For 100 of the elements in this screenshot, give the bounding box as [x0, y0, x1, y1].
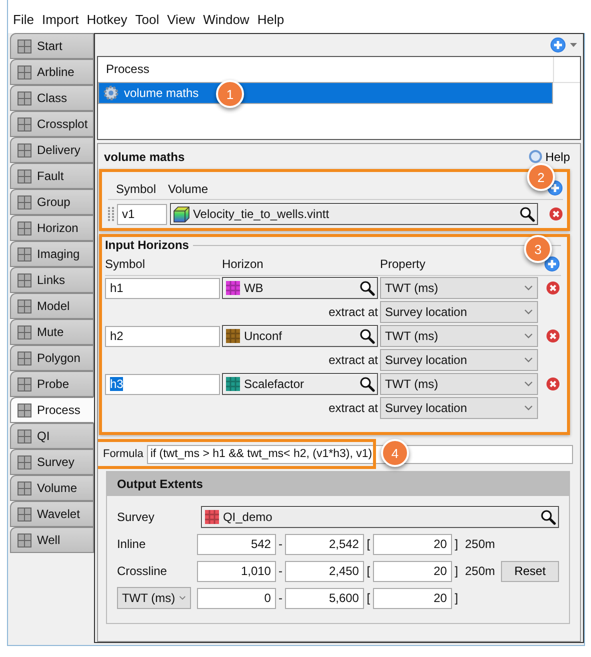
separator-text: -: [277, 537, 284, 551]
extract-dropdown[interactable]: Survey location: [380, 349, 538, 371]
unit-label: 250m: [464, 564, 495, 578]
sidebar-tab[interactable]: Volume: [10, 475, 94, 501]
grid-icon: [17, 376, 32, 392]
grid-icon: [17, 168, 32, 184]
search-icon[interactable]: [358, 328, 375, 344]
sidebar-tab[interactable]: Links: [10, 267, 94, 293]
field-label: Inline: [116, 537, 147, 551]
field-label: extract at: [328, 305, 378, 319]
sidebar-tab[interactable]: Imaging: [10, 241, 94, 267]
reset-button[interactable]: Reset: [501, 560, 559, 582]
separator-text: ]: [454, 537, 460, 551]
callout-badge: 2: [527, 163, 555, 191]
grid-icon: [17, 142, 32, 158]
grid-icon: [204, 509, 220, 525]
grid-icon: [17, 532, 32, 548]
sidebar-tab[interactable]: Start: [10, 33, 94, 59]
sidebar-tab[interactable]: Mute: [10, 319, 94, 345]
number-field[interactable]: 20: [372, 560, 452, 582]
search-icon[interactable]: [358, 280, 375, 296]
remove-icon[interactable]: [546, 377, 560, 391]
separator-text: -: [277, 591, 284, 605]
horizon-picker[interactable]: Unconf: [222, 325, 378, 347]
menu-item[interactable]: Window: [203, 12, 250, 27]
search-icon[interactable]: [540, 509, 556, 525]
menu-item[interactable]: File: [13, 12, 34, 27]
sidebar-tab[interactable]: Process: [10, 397, 94, 423]
chevron-icon: [524, 381, 533, 387]
field-label: Survey: [116, 510, 156, 524]
property-dropdown[interactable]: TWT (ms): [380, 325, 538, 347]
number-field[interactable]: 5,600: [284, 588, 364, 608]
grid-icon: [17, 272, 32, 288]
symbol-field[interactable]: v1: [116, 204, 167, 224]
section-title: volume maths: [104, 150, 185, 164]
drag-handle-icon[interactable]: [108, 207, 114, 221]
remove-icon[interactable]: [549, 207, 563, 221]
number-field[interactable]: 2,450: [284, 560, 364, 582]
number-field[interactable]: 1,010: [196, 560, 276, 582]
sidebar-tab[interactable]: Fault: [10, 163, 94, 189]
chevron-icon: [524, 357, 533, 363]
grid-icon: [17, 64, 32, 80]
symbol-field[interactable]: h1: [104, 278, 220, 298]
horizon-picker[interactable]: Scalefactor: [222, 373, 378, 395]
extract-dropdown[interactable]: Survey location: [380, 301, 538, 323]
extract-dropdown[interactable]: Survey location: [380, 397, 538, 419]
property-dropdown[interactable]: TWT (ms): [380, 277, 538, 299]
column-header: Horizon: [222, 257, 264, 271]
sidebar-tab[interactable]: Probe: [10, 371, 94, 397]
caret-icon[interactable]: [570, 43, 577, 47]
number-field[interactable]: 20: [372, 588, 452, 608]
symbol-field[interactable]: h2: [104, 326, 220, 346]
column-header: Symbol: [116, 182, 157, 196]
add-icon[interactable]: [550, 37, 566, 53]
menu-item[interactable]: Tool: [135, 12, 160, 27]
column-header: Volume: [168, 182, 208, 196]
field-label: Formula: [102, 448, 144, 460]
separator-text: ]: [454, 564, 460, 578]
grid-icon: [17, 324, 32, 340]
sidebar-tab[interactable]: Polygon: [10, 345, 94, 371]
callout-badge: 1: [216, 80, 244, 108]
remove-icon[interactable]: [546, 281, 560, 295]
sidebar-tab[interactable]: Wavelet: [10, 501, 94, 527]
menu-item[interactable]: Help: [257, 12, 284, 27]
sidebar-tab[interactable]: Crossplot: [10, 111, 94, 137]
search-icon[interactable]: [519, 206, 535, 222]
sidebar-tab[interactable]: Group: [10, 189, 94, 215]
number-field[interactable]: 0: [196, 588, 276, 608]
survey-picker[interactable]: QI_demo: [200, 506, 559, 528]
horizon-picker[interactable]: WB: [222, 277, 378, 299]
separator-text: [: [366, 591, 372, 605]
volume-picker[interactable]: Velocity_tie_to_wells.vintt: [170, 203, 538, 225]
sidebar-tab[interactable]: Horizon: [10, 215, 94, 241]
sidebar-tab[interactable]: Model: [10, 293, 94, 319]
chevron-icon: [179, 595, 186, 601]
sidebar-tab[interactable]: Class: [10, 85, 94, 111]
group-title: Input Horizons: [104, 238, 189, 252]
grid-icon: [17, 350, 32, 366]
remove-icon[interactable]: [546, 329, 560, 343]
search-icon[interactable]: [358, 376, 375, 392]
menu-item[interactable]: View: [167, 12, 196, 27]
sidebar-tab[interactable]: Well: [10, 527, 94, 553]
number-field[interactable]: 542: [196, 534, 276, 554]
sidebar-tab[interactable]: QI: [10, 423, 94, 449]
separator-text: -: [277, 564, 284, 578]
menu-item[interactable]: Import: [42, 12, 79, 27]
sidebar-tab[interactable]: Survey: [10, 449, 94, 475]
axis-dropdown[interactable]: TWT (ms): [116, 587, 191, 609]
grid-icon: [17, 116, 32, 132]
property-dropdown[interactable]: TWT (ms): [380, 373, 538, 395]
field-label: extract at: [328, 353, 378, 367]
sidebar-tab[interactable]: Delivery: [10, 137, 94, 163]
chevron-icon: [524, 309, 533, 315]
sidebar-tab[interactable]: Arbline: [10, 59, 94, 85]
number-field[interactable]: 2,542: [284, 534, 364, 554]
symbol-field[interactable]: h3: [104, 374, 220, 394]
number-field[interactable]: 20: [372, 534, 452, 554]
add-icon[interactable]: [544, 256, 560, 272]
help-button[interactable]: Help: [529, 150, 570, 164]
menu-item[interactable]: Hotkey: [86, 12, 128, 27]
